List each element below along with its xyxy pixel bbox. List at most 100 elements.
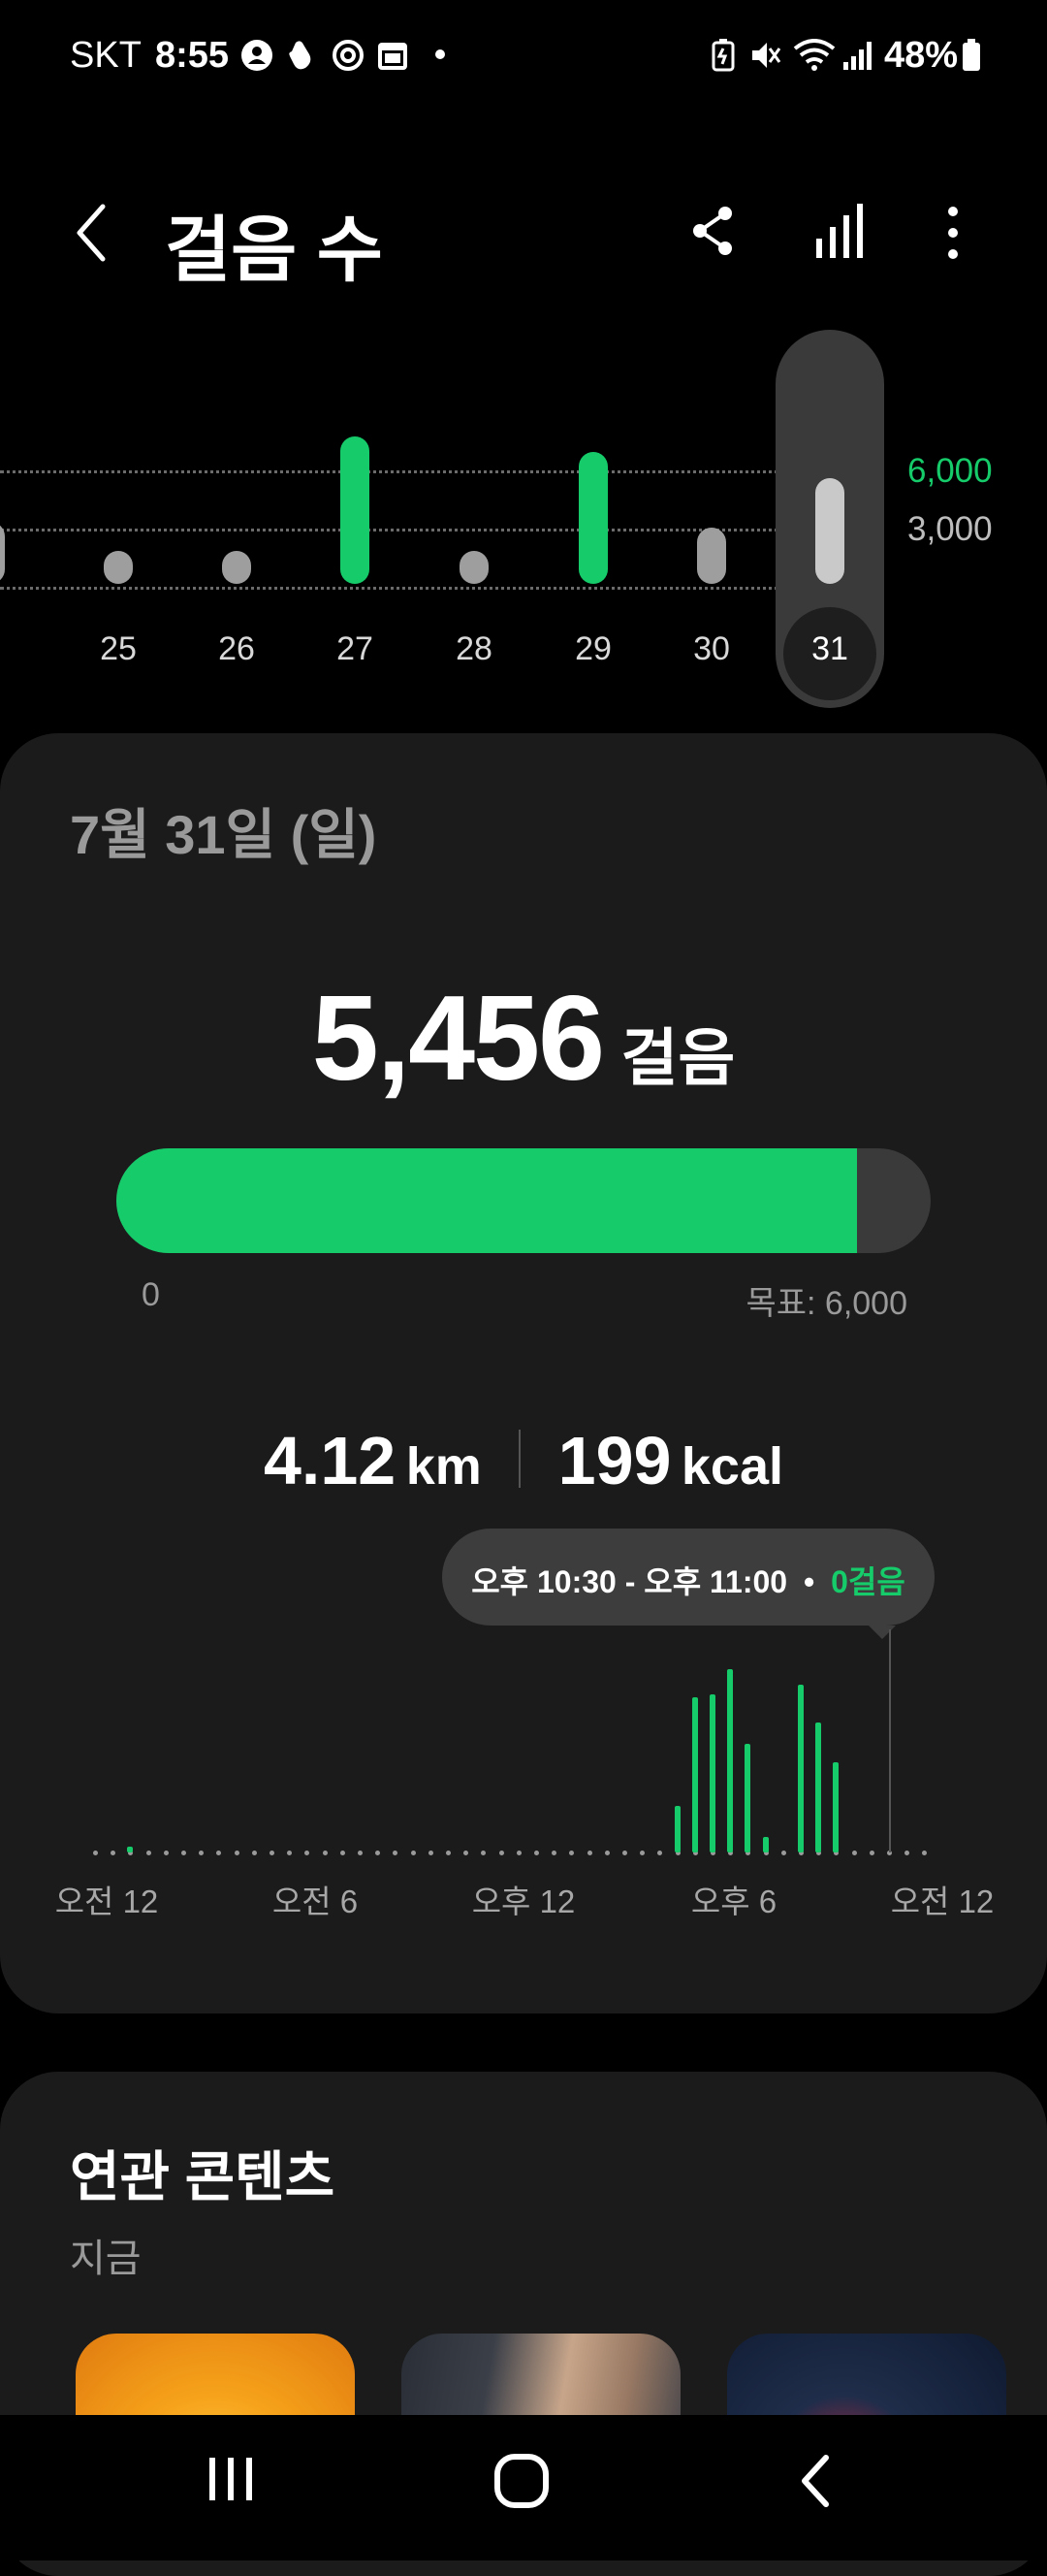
weekly-steps-chart: 4 25 26 27 28 29 30 31 6,000 3,000 [0, 330, 1047, 718]
hour-slot-dot [234, 1851, 239, 1855]
hour-slot-dot [304, 1851, 310, 1855]
step-unit: 걸음 [620, 1023, 736, 1093]
hour-slot-dot [780, 1851, 786, 1855]
bar-chart-icon[interactable] [812, 204, 867, 260]
distance-value: 4.12 [263, 1423, 397, 1498]
share-icon[interactable] [688, 204, 737, 258]
tooltip-separator: • [804, 1564, 815, 1599]
goal-progress-fill [116, 1148, 857, 1253]
navigation-bar [0, 2415, 1047, 2560]
distance-unit: km [405, 1437, 482, 1496]
x-axis-label: 오전 6 [271, 1884, 359, 1919]
back-icon[interactable] [68, 199, 116, 267]
hour-slot-dot [481, 1851, 487, 1855]
day-label-28[interactable]: 28 [435, 630, 513, 668]
step-count-row: 5,456 걸음 [0, 970, 1047, 1108]
hour-slot-dot [552, 1851, 557, 1855]
status-bar: SKT 8:55 48% [0, 0, 1047, 107]
day-bar-26[interactable] [222, 551, 251, 584]
progress-min-label: 0 [142, 1276, 160, 1313]
hour-bar-slot-40[interactable] [798, 1685, 804, 1852]
axis-label-goal: 6,000 [907, 452, 993, 490]
day-label-30[interactable]: 30 [673, 630, 750, 668]
spiral-icon [333, 40, 364, 71]
hour-slot-dot [375, 1851, 381, 1855]
hour-bar-slot-33[interactable] [674, 1806, 681, 1852]
hour-slot-dot [163, 1851, 169, 1855]
distance-calorie-row: 4.12 km 199 kcal [0, 1422, 1047, 1499]
tooltip-time: 오후 10:30 - 오후 11:00 [471, 1564, 788, 1599]
wifi-icon [793, 39, 836, 71]
home-icon[interactable] [492, 2452, 551, 2510]
more-icon[interactable] [938, 202, 968, 264]
calories-value: 199 [557, 1423, 672, 1498]
hour-slot-dot [287, 1851, 293, 1855]
hour-bar-slot-2[interactable] [127, 1846, 134, 1852]
hour-slot-dot [145, 1851, 151, 1855]
hour-slot-dot [534, 1851, 539, 1855]
day-bar-27[interactable] [340, 436, 369, 584]
related-title: 연관 콘텐츠 [70, 2146, 335, 2207]
time-tooltip: 오후 10:30 - 오후 11:00 • 0걸음 [442, 1529, 935, 1626]
hour-slot-dot [904, 1851, 910, 1855]
hour-slot-dot [869, 1851, 874, 1855]
x-axis-label: 오후 6 [690, 1884, 777, 1919]
hour-slot-dot [270, 1851, 274, 1855]
hour-slot-dot [428, 1851, 433, 1855]
mute-icon [752, 43, 781, 68]
day-label-4[interactable]: 4 [0, 630, 23, 668]
recent-apps-icon[interactable] [204, 2452, 258, 2506]
tooltip-steps: 0걸음 [831, 1564, 905, 1599]
hour-slot-dot [339, 1851, 345, 1855]
x-axis-label: 오전 12 [54, 1884, 159, 1919]
x-axis-label: 오전 12 [890, 1884, 995, 1919]
date-label[interactable]: 7월 31일 (일) [70, 791, 376, 870]
day-label-26[interactable]: 26 [198, 630, 275, 668]
day-bar-28[interactable] [460, 551, 489, 584]
hour-slot-dot [463, 1851, 469, 1855]
battery-icon [963, 39, 980, 71]
stat-divider [519, 1430, 522, 1488]
baseline-gridline [0, 587, 785, 590]
hour-slot-dot [216, 1851, 222, 1855]
goal-progress-bar [116, 1148, 931, 1253]
related-subtitle: 지금 [70, 2238, 142, 2280]
day-label-31[interactable]: 31 [791, 630, 869, 668]
hour-slot-dot [569, 1851, 575, 1855]
hour-slot-dot [640, 1851, 646, 1855]
hour-bar-slot-34[interactable] [691, 1697, 698, 1852]
back-nav-icon[interactable] [793, 2452, 841, 2510]
hour-slot-dot [922, 1851, 928, 1855]
hour-bar-slot-37[interactable] [745, 1744, 751, 1852]
hour-slot-dot [622, 1851, 627, 1855]
hour-bar-slot-42[interactable] [833, 1762, 840, 1852]
hour-bar-slot-41[interactable] [815, 1722, 822, 1852]
day-bar-31[interactable] [815, 477, 844, 584]
hourly-steps-chart: 오전 12 오전 6 오후 12 오후 6 오전 12 [0, 1629, 1047, 1919]
hour-slot-dot [251, 1851, 257, 1855]
hour-bar-slot-35[interactable] [710, 1693, 715, 1852]
day-label-25[interactable]: 25 [79, 630, 157, 668]
hour-bar-slot-36[interactable] [727, 1669, 734, 1852]
hour-slot-dot [657, 1851, 663, 1855]
day-label-29[interactable]: 29 [555, 630, 632, 668]
hour-slot-dot [410, 1851, 416, 1855]
app-bar [0, 175, 1047, 291]
carrier-label: SKT [70, 35, 142, 76]
day-bar-29[interactable] [579, 452, 608, 584]
dot-icon [435, 49, 445, 59]
hour-bar-slot-38[interactable] [762, 1837, 769, 1852]
day-bar-30[interactable] [697, 528, 726, 584]
day-bar-25[interactable] [104, 551, 133, 584]
axis-label-mid: 3,000 [907, 510, 993, 548]
step-count: 5,456 [311, 972, 605, 1106]
selected-time-line [889, 1629, 891, 1852]
day-label-27[interactable]: 27 [316, 630, 394, 668]
battery-saver-icon [712, 39, 735, 72]
day-bar-4[interactable] [0, 522, 5, 584]
x-axis-label: 오후 12 [471, 1884, 576, 1919]
hour-slot-dot [111, 1851, 116, 1855]
hour-slot-dot [516, 1851, 522, 1855]
clap-icon [289, 41, 311, 70]
hour-slot-dot [322, 1851, 328, 1855]
